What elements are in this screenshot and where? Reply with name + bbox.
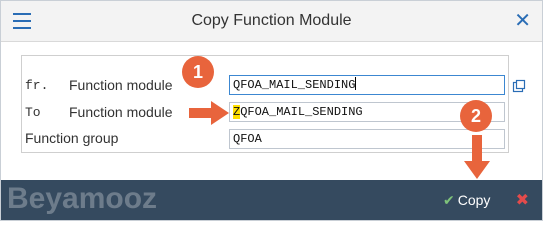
annotation-step-2-badge: 2 xyxy=(460,100,492,132)
dialog-titlebar: Copy Function Module ✕ xyxy=(1,1,542,42)
arrow-down-icon xyxy=(464,135,490,179)
annotation-step-1-badge: 1 xyxy=(182,56,214,88)
to-function-module-label: Function module xyxy=(69,104,173,120)
function-group-value: QFOA xyxy=(233,132,262,146)
from-code-label: fr. xyxy=(25,78,49,93)
function-group-label: Function group xyxy=(25,130,119,146)
watermark-logo: Beyamooz xyxy=(7,182,158,215)
to-code-label: To xyxy=(25,105,41,120)
check-icon: ✔ xyxy=(443,193,455,209)
value-help-icon[interactable] xyxy=(512,79,526,93)
from-function-module-label: Function module xyxy=(69,77,173,93)
from-function-module-value: QFOA_MAIL_SENDING xyxy=(233,78,356,92)
to-function-module-value: QFOA_MAIL_SENDING xyxy=(240,105,363,119)
copy-button[interactable]: ✔ Copy xyxy=(443,189,490,211)
text-cursor xyxy=(355,77,357,90)
copy-function-module-dialog: Copy Function Module ✕ fr. Function modu… xyxy=(0,0,543,221)
close-icon[interactable]: ✕ xyxy=(514,10,531,30)
cancel-icon[interactable]: ✖ xyxy=(516,189,529,211)
arrow-icon xyxy=(189,101,229,125)
copy-button-label: Copy xyxy=(457,192,491,208)
dialog-title: Copy Function Module xyxy=(191,12,352,29)
from-function-module-input[interactable]: QFOA_MAIL_SENDING xyxy=(229,75,505,95)
